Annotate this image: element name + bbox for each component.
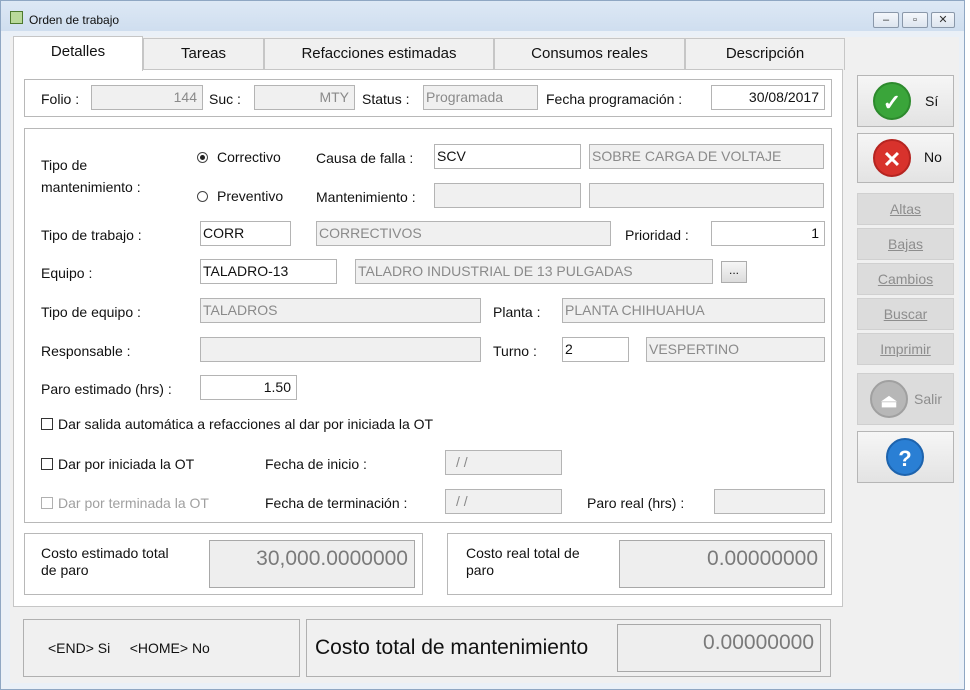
iniciada-checkbox[interactable] — [41, 458, 53, 470]
bajas-button[interactable]: Bajas — [857, 228, 954, 260]
mantenimiento-label: Mantenimiento : — [316, 189, 416, 205]
fecha-programacion-field[interactable]: 30/08/2017 — [711, 85, 825, 110]
costo-estimado-label: Costo estimado total de paro — [41, 545, 169, 578]
fecha-inicio-field[interactable]: / / — [445, 450, 562, 475]
no-button[interactable]: ✕ No — [857, 133, 954, 183]
causa-falla-label: Causa de falla : — [316, 150, 414, 166]
tab-tareas[interactable]: Tareas — [143, 38, 264, 70]
close-button[interactable]: ✕ — [931, 12, 955, 28]
tab-descripcion[interactable]: Descripción — [685, 38, 845, 70]
terminada-checkbox[interactable] — [41, 497, 53, 509]
prioridad-field[interactable]: 1 — [711, 221, 825, 246]
total-box: Costo total de mantenimiento 0.00000000 — [306, 619, 831, 677]
preventivo-radio[interactable] — [197, 191, 208, 202]
status-label: Status : — [362, 91, 410, 107]
equipo-label: Equipo : — [41, 265, 93, 281]
cambios-button[interactable]: Cambios — [857, 263, 954, 295]
preventivo-label[interactable]: Preventivo — [217, 188, 283, 204]
tipo-trabajo-label: Tipo de trabajo : — [41, 227, 142, 243]
salida-automatica-checkbox[interactable] — [41, 418, 53, 430]
planta-field: PLANTA CHIHUAHUA — [562, 298, 825, 323]
costo-real-field: 0.00000000 — [619, 540, 825, 588]
paro-estimado-field[interactable]: 1.50 — [200, 375, 297, 400]
costo-estimado-group: Costo estimado total de paro 30,000.0000… — [24, 533, 423, 595]
title-bar: Orden de trabajo – ▫ ✕ — [1, 1, 964, 31]
status-field[interactable]: Programada — [423, 85, 538, 110]
mantenimiento-desc-field — [589, 183, 824, 208]
turno-desc-field: VESPERTINO — [646, 337, 825, 362]
causa-falla-desc-field: SOBRE CARGA DE VOLTAJE — [589, 144, 824, 169]
keys-hint: <END> Si <HOME> No — [48, 640, 210, 656]
tipo-trabajo-code-field[interactable]: CORR — [200, 221, 291, 246]
terminada-label[interactable]: Dar por terminada la OT — [58, 495, 209, 511]
header-group: Folio : 144 Suc : MTY Status : Programad… — [24, 79, 832, 117]
paro-real-field[interactable] — [714, 489, 825, 514]
tipo-mantenimiento-label: Tipo de mantenimiento : — [41, 157, 141, 195]
tipo-equipo-label: Tipo de equipo : — [41, 304, 141, 320]
browse-equipo-button[interactable]: ... — [721, 261, 747, 283]
fecha-inicio-label: Fecha de inicio : — [265, 456, 367, 472]
planta-label: Planta : — [493, 304, 541, 320]
turno-label: Turno : — [493, 343, 537, 359]
costo-total-label: Costo total de mantenimiento — [315, 636, 589, 659]
equipo-desc-field: TALADRO INDUSTRIAL DE 13 PULGADAS — [355, 259, 713, 284]
fecha-terminacion-label: Fecha de terminación : — [265, 495, 408, 511]
client-area: Detalles Tareas Refacciones estimadas Co… — [10, 36, 959, 683]
salida-automatica-label[interactable]: Dar salida automática a refacciones al d… — [58, 416, 433, 432]
check-icon: ✓ — [873, 82, 911, 120]
tab-detalles[interactable]: Detalles — [13, 36, 143, 71]
costo-real-group: Costo real total de paro 0.00000000 — [447, 533, 832, 595]
window-title: Orden de trabajo — [29, 13, 120, 27]
salir-button[interactable]: ⏏ Salir — [857, 373, 954, 425]
causa-falla-code-field[interactable]: SCV — [434, 144, 581, 169]
si-button[interactable]: ✓ Sí — [857, 75, 954, 127]
tipo-trabajo-desc-field: CORRECTIVOS — [316, 221, 611, 246]
imprimir-button[interactable]: Imprimir — [857, 333, 954, 365]
paro-real-label: Paro real (hrs) : — [587, 495, 685, 511]
responsable-label: Responsable : — [41, 343, 131, 359]
app-icon — [10, 11, 23, 24]
cross-icon: ✕ — [873, 139, 911, 177]
suc-field[interactable]: MTY — [254, 85, 355, 110]
prioridad-label: Prioridad : — [625, 227, 689, 243]
fecha-programacion-label: Fecha programación : — [546, 91, 683, 107]
equipo-code-field[interactable]: TALADRO-13 — [200, 259, 337, 284]
iniciada-label[interactable]: Dar por iniciada la OT — [58, 456, 194, 472]
tab-refacciones-estimadas[interactable]: Refacciones estimadas — [264, 38, 494, 70]
tab-consumos-reales[interactable]: Consumos reales — [494, 38, 685, 70]
folio-label: Folio : — [41, 91, 80, 107]
correctivo-radio[interactable] — [197, 152, 208, 163]
suc-label: Suc : — [209, 91, 241, 107]
mantenimiento-code-field[interactable] — [434, 183, 581, 208]
si-label: Sí — [925, 93, 939, 109]
costo-estimado-field: 30,000.0000000 — [209, 540, 415, 588]
correctivo-label[interactable]: Correctivo — [217, 149, 281, 165]
paro-estimado-label: Paro estimado (hrs) : — [41, 381, 172, 397]
costo-total-field: 0.00000000 — [617, 624, 821, 672]
responsable-field[interactable] — [200, 337, 481, 362]
folio-field[interactable]: 144 — [91, 85, 203, 110]
keys-hint-box: <END> Si <HOME> No — [23, 619, 300, 677]
tab-strip: Detalles Tareas Refacciones estimadas Co… — [13, 36, 845, 71]
main-group: Tipo de mantenimiento : Correctivo Preve… — [24, 128, 832, 523]
fecha-terminacion-field[interactable]: / / — [445, 489, 562, 514]
salir-label: Salir — [914, 391, 943, 407]
help-icon: ? — [886, 438, 924, 476]
minimize-button[interactable]: – — [873, 12, 899, 28]
tipo-equipo-field: TALADROS — [200, 298, 481, 323]
no-label: No — [924, 149, 942, 165]
help-button[interactable]: ? — [857, 431, 954, 483]
altas-button[interactable]: Altas — [857, 193, 954, 225]
turno-code-field[interactable]: 2 — [562, 337, 629, 362]
costo-real-label: Costo real total de paro — [466, 545, 580, 578]
buscar-button[interactable]: Buscar — [857, 298, 954, 330]
eject-icon: ⏏ — [870, 380, 908, 418]
tab-page-detalles: Folio : 144 Suc : MTY Status : Programad… — [13, 69, 843, 607]
window: Orden de trabajo – ▫ ✕ Detalles Tareas R… — [0, 0, 965, 690]
maximize-button[interactable]: ▫ — [902, 12, 928, 28]
